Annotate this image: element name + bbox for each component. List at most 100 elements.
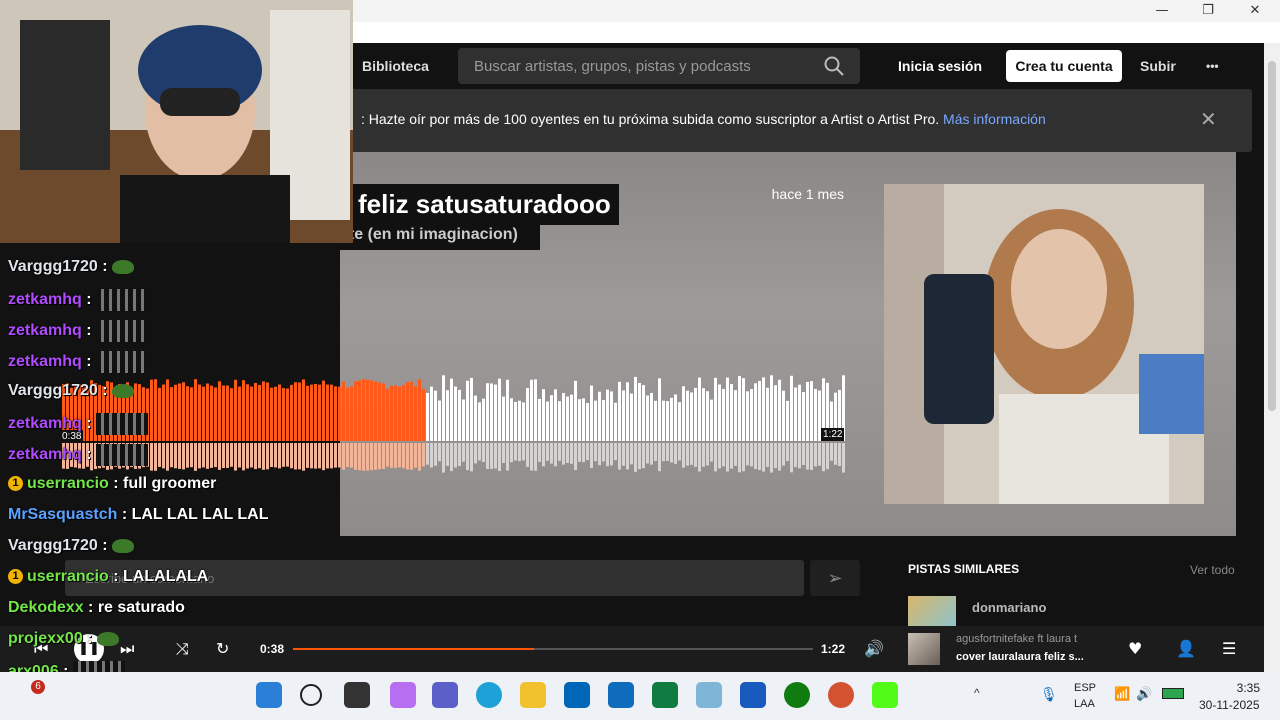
input-language[interactable]: ESP <box>1074 682 1096 694</box>
search-box[interactable] <box>458 48 860 84</box>
now-playing-user[interactable]: agusfortnitefake ft laura t <box>956 633 1094 645</box>
scrollbar[interactable] <box>1264 43 1280 672</box>
similar-track-artwork[interactable] <box>908 596 956 626</box>
waveform-bar[interactable] <box>286 388 289 441</box>
waveform-bar[interactable] <box>262 381 265 441</box>
waveform-bar[interactable] <box>278 384 281 441</box>
chat-username[interactable]: MrSasquastch <box>8 506 117 523</box>
waveform-bar[interactable] <box>270 387 273 441</box>
mic-icon[interactable]: 🎙 <box>1040 686 1058 703</box>
waveform-bar[interactable] <box>298 382 301 441</box>
waveform-bar[interactable] <box>326 384 329 441</box>
search-icon[interactable] <box>824 56 844 76</box>
teams-icon[interactable] <box>432 682 458 708</box>
tray-chevron-icon[interactable]: ^ <box>974 686 980 700</box>
chat-username[interactable]: zetkamhq <box>8 415 82 432</box>
scroll-thumb[interactable] <box>1268 61 1276 411</box>
chat-username[interactable]: Varggg1720 <box>8 537 98 554</box>
waveform-bar[interactable] <box>218 381 221 441</box>
chat-username[interactable]: Varggg1720 <box>8 258 98 275</box>
waveform-bar[interactable] <box>214 387 217 441</box>
xbox-icon[interactable] <box>784 682 810 708</box>
search-input[interactable] <box>458 48 818 84</box>
chat-username[interactable]: zetkamhq <box>8 322 82 339</box>
repeat-icon[interactable]: ↻ <box>216 626 229 672</box>
waveform-bar[interactable] <box>198 384 201 441</box>
wifi-icon[interactable]: 📶 <box>1114 686 1130 702</box>
waveform-bar[interactable] <box>314 384 317 441</box>
waveform-bar[interactable] <box>222 385 225 441</box>
see-all-link[interactable]: Ver todo <box>1190 563 1235 577</box>
edge-icon[interactable] <box>476 682 502 708</box>
keyboard-layout[interactable]: LAA <box>1074 698 1095 710</box>
progress-bar[interactable] <box>293 648 813 650</box>
waveform-bar[interactable] <box>322 380 325 441</box>
banner-close-icon[interactable]: ✕ <box>1200 107 1217 131</box>
waveform-bar[interactable] <box>150 379 153 441</box>
chat-username[interactable]: zetkamhq <box>8 353 82 370</box>
file-explorer-icon[interactable] <box>520 682 546 708</box>
waveform-bar[interactable] <box>254 382 257 441</box>
chat-username[interactable]: Dekodexx <box>8 599 84 616</box>
volume-icon[interactable]: 🔊 <box>864 626 884 672</box>
banner-more-info-link[interactable]: Más información <box>943 111 1046 127</box>
waveform-bar[interactable] <box>178 383 181 441</box>
waveform-bar[interactable] <box>166 379 169 441</box>
store-icon[interactable] <box>564 682 590 708</box>
chat-username[interactable]: userrancio <box>27 568 109 585</box>
track-artist[interactable]: ste (en mi imaginacion) <box>340 222 540 250</box>
shuffle-icon[interactable]: ⤨ <box>176 626 189 672</box>
word-icon[interactable] <box>740 682 766 708</box>
send-icon[interactable]: ➢ <box>810 560 860 596</box>
waveform-bar[interactable] <box>162 384 165 441</box>
app-icon[interactable] <box>696 682 722 708</box>
speaker-icon[interactable]: 🔊 <box>1136 686 1152 702</box>
chat-username[interactable]: Varggg1720 <box>8 382 98 399</box>
waveform-bar[interactable] <box>170 387 173 441</box>
chat-username[interactable]: userrancio <box>27 475 109 492</box>
mail-icon[interactable] <box>608 682 634 708</box>
copilot-icon[interactable] <box>390 682 416 708</box>
waveform-bar[interactable] <box>226 385 229 441</box>
queue-icon[interactable]: ☰ <box>1222 626 1236 672</box>
clock-date[interactable]: 30-11-2025 <box>1199 698 1260 712</box>
start-icon[interactable] <box>256 682 282 708</box>
waveform-bar[interactable] <box>250 386 253 441</box>
excel-icon[interactable] <box>652 682 678 708</box>
now-playing-track[interactable]: cover lauralaura feliz s... <box>956 651 1084 663</box>
chat-username[interactable]: zetkamhq <box>8 446 82 463</box>
waveform-bar[interactable] <box>294 382 297 441</box>
waveform-bar[interactable] <box>230 388 233 441</box>
waveform-bar[interactable] <box>242 380 245 441</box>
more-options-icon[interactable]: ••• <box>1206 43 1219 89</box>
waveform-bar[interactable] <box>290 384 293 441</box>
similar-track-user[interactable]: donmariano <box>972 600 1046 615</box>
clock-time[interactable]: 3:35 <box>1230 681 1260 695</box>
waveform-bar[interactable] <box>302 379 305 441</box>
restore-icon[interactable]: ❐ <box>1188 2 1228 20</box>
waveform-bar[interactable] <box>174 384 177 441</box>
waveform-bar[interactable] <box>202 386 205 441</box>
waveform-bar[interactable] <box>310 384 313 441</box>
waveform-bar[interactable] <box>330 384 333 441</box>
follow-icon[interactable]: 👤 <box>1176 626 1196 672</box>
kick-icon[interactable] <box>872 682 898 708</box>
waveform-bar[interactable] <box>182 382 185 441</box>
task-view-icon[interactable] <box>344 682 370 708</box>
waveform-bar[interactable] <box>258 384 261 441</box>
waveform-bar[interactable] <box>158 387 161 441</box>
track-title[interactable]: feliz satusaturadooo <box>350 184 619 225</box>
waveform-bar[interactable] <box>318 384 321 441</box>
waveform-bar[interactable] <box>194 379 197 441</box>
library-link[interactable]: Biblioteca <box>362 43 429 89</box>
signin-button[interactable]: Inicia sesión <box>898 43 982 89</box>
like-icon[interactable]: ♥ <box>1128 626 1142 672</box>
waveform-bar[interactable] <box>210 385 213 441</box>
waveform-bar[interactable] <box>190 387 193 441</box>
waveform-bar[interactable] <box>154 379 157 441</box>
waveform-bar[interactable] <box>274 386 277 441</box>
search-taskbar-icon[interactable] <box>300 684 322 706</box>
waveform-bar[interactable] <box>234 379 237 441</box>
now-playing-artwork[interactable] <box>908 633 940 665</box>
close-icon[interactable]: ✕ <box>1235 2 1275 20</box>
